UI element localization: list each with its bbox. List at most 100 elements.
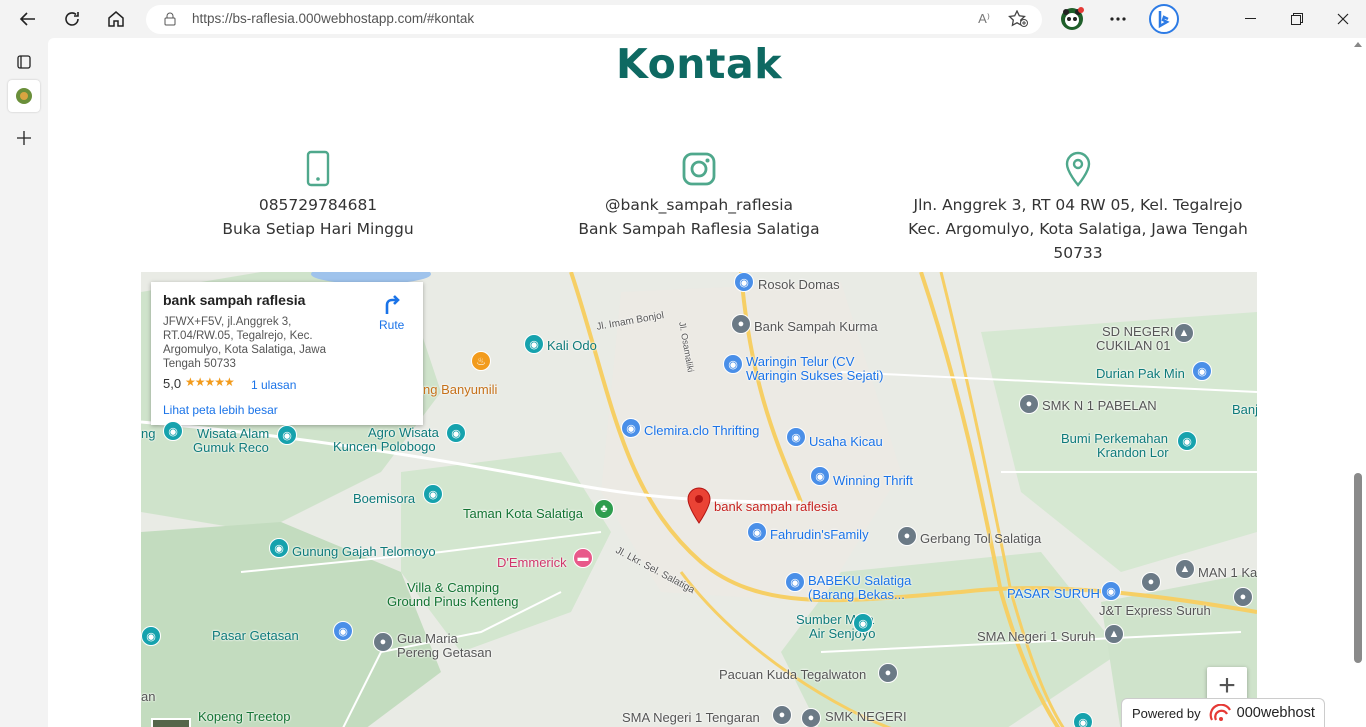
instagram-handle[interactable]: @bank_sampah_raflesia (548, 193, 850, 217)
map-pin-icon[interactable]: ◉ (269, 538, 289, 558)
favorite-star-icon[interactable] (1008, 10, 1028, 28)
poi-babeku-2[interactable]: (Barang Bekas... (808, 587, 905, 602)
map-pin-icon[interactable]: ◉ (1177, 431, 1197, 451)
poi-usaha-kicau[interactable]: Usaha Kicau (809, 434, 883, 449)
poi-rosok-domas[interactable]: Rosok Domas (758, 277, 840, 292)
reviews-link[interactable]: 1 ulasan (251, 378, 296, 392)
home-button[interactable] (102, 5, 130, 33)
close-window-button[interactable] (1328, 5, 1358, 33)
poi-demmerick[interactable]: D'Emmerick (497, 555, 567, 570)
map-pin-icon[interactable]: ● (1019, 394, 1039, 414)
google-map-embed[interactable]: bank sampah raflesia JFWX+F5V, jl.Anggre… (141, 272, 1257, 727)
map-pin-icon[interactable]: ● (1141, 572, 1161, 592)
tab-bank-sampah[interactable] (8, 80, 40, 112)
map-pin-icon[interactable]: ◉ (141, 626, 161, 646)
map-pin-icon[interactable]: ● (801, 708, 821, 727)
new-tab-button[interactable] (8, 122, 40, 154)
page-scrollbar[interactable] (1350, 38, 1366, 727)
poi-kali-odo[interactable]: Kali Odo (547, 338, 597, 353)
powered-by-badge[interactable]: Powered by 000webhost (1121, 698, 1325, 727)
map-pin-icon[interactable]: ◉ (1192, 361, 1212, 381)
map-pin-icon[interactable]: ◉ (734, 272, 754, 292)
poi-waringin-telur-2[interactable]: Waringin Sukses Sejati) (746, 368, 884, 383)
map-pin-icon[interactable]: ◉ (1073, 712, 1093, 727)
poi-fahrudin[interactable]: Fahrudin'sFamily (770, 527, 869, 542)
poi-clemira[interactable]: Clemira.clo Thrifting (644, 423, 759, 438)
poi-villa-camping[interactable]: Villa & Camping (407, 580, 499, 595)
poi-man1[interactable]: MAN 1 Ka (1198, 565, 1257, 580)
poi-jt-express[interactable]: J&T Express Suruh (1099, 603, 1211, 618)
map-pin-icon[interactable]: ● (731, 314, 751, 334)
view-larger-map-link[interactable]: Lihat peta lebih besar (163, 403, 278, 417)
poi-bank-sampah-kurma[interactable]: Bank Sampah Kurma (754, 319, 878, 334)
poi-sma-tengaran[interactable]: SMA Negeri 1 Tengaran (622, 710, 760, 725)
scrollbar-thumb[interactable] (1354, 473, 1362, 663)
poi-winning-thrift[interactable]: Winning Thrift (833, 473, 913, 488)
directions-link[interactable]: Rute (379, 318, 404, 332)
poi-gerbang-tol[interactable]: Gerbang Tol Salatiga (920, 531, 1041, 546)
back-button[interactable] (14, 5, 42, 33)
poi-ng[interactable]: ng (141, 426, 155, 441)
poi-bumi-perkemahan-2[interactable]: Krandon Lor (1097, 445, 1169, 460)
map-pin-icon[interactable]: ● (1233, 587, 1253, 607)
map-pin-icon[interactable]: ◉ (723, 354, 743, 374)
map-pin-icon[interactable]: ● (878, 663, 898, 683)
map-pin-icon[interactable]: ◉ (524, 334, 544, 354)
map-pin-icon[interactable]: ● (373, 632, 393, 652)
map-pin-icon[interactable]: ◉ (333, 621, 353, 641)
map-pin-icon[interactable]: ◉ (446, 423, 466, 443)
map-pin-icon[interactable]: ◉ (277, 425, 297, 445)
poi-wisata-alam[interactable]: Wisata Alam (197, 426, 269, 441)
url-text[interactable]: https://bs-raflesia.000webhostapp.com/#k… (192, 11, 474, 26)
map-pin-icon[interactable]: ● (772, 705, 792, 725)
restore-button[interactable] (1282, 5, 1312, 33)
poi-taman-kota[interactable]: Taman Kota Salatiga (463, 506, 583, 521)
selected-place-label[interactable]: bank sampah raflesia (714, 499, 838, 514)
bing-chat-icon[interactable] (1149, 4, 1179, 34)
map-pin-icon[interactable]: ● (897, 526, 917, 546)
poi-babeku[interactable]: BABEKU Salatiga (808, 573, 911, 588)
poi-villa-camping-2[interactable]: Ground Pinus Kenteng (387, 594, 519, 609)
map-pin-icon[interactable]: ◉ (747, 522, 767, 542)
map-pin-icon[interactable]: ◉ (621, 418, 641, 438)
poi-an[interactable]: an (141, 689, 155, 704)
poi-pasar-suruh[interactable]: PASAR SURUH (1007, 586, 1100, 601)
poi-waringin-telur[interactable]: Waringin Telur (CV (746, 354, 854, 369)
poi-smk-negeri[interactable]: SMK NEGERI (825, 709, 907, 724)
poi-sd-negeri[interactable]: SD NEGERI (1102, 324, 1174, 339)
map-pin-icon[interactable]: ♨ (471, 351, 491, 371)
read-aloud-icon[interactable]: A⁾ (978, 11, 990, 27)
poi-wisata-alam-2[interactable]: Gumuk Reco (193, 440, 269, 455)
refresh-button[interactable] (58, 5, 86, 33)
minimize-button[interactable] (1236, 5, 1266, 33)
map-pin-icon[interactable]: ◉ (785, 572, 805, 592)
map-pin-icon[interactable]: ◉ (163, 421, 183, 441)
poi-kopeng-treetop[interactable]: Kopeng Treetop (198, 709, 291, 724)
scroll-up-arrow-icon[interactable] (1354, 42, 1362, 47)
map-pin-icon[interactable]: ◉ (853, 613, 873, 633)
map-pin-icon[interactable]: ◉ (810, 466, 830, 486)
map-pin-icon[interactable]: ♣ (594, 499, 614, 519)
poi-banj[interactable]: Banj (1232, 402, 1257, 417)
more-options-icon[interactable] (1103, 5, 1133, 33)
poi-banyumili[interactable]: ng Banyumili (423, 382, 497, 397)
map-type-thumbnail[interactable] (151, 718, 191, 727)
poi-bumi-perkemahan[interactable]: Bumi Perkemahan (1061, 431, 1168, 446)
map-pin-icon[interactable]: ◉ (423, 484, 443, 504)
poi-gua-maria[interactable]: Gua Maria (397, 631, 458, 646)
poi-sd-negeri-2[interactable]: CUKILAN 01 (1096, 338, 1170, 353)
poi-boemisora[interactable]: Boemisora (353, 491, 415, 506)
poi-sma-suruh[interactable]: SMA Negeri 1 Suruh (977, 629, 1096, 644)
map-pin-icon[interactable]: ◉ (786, 427, 806, 447)
directions-icon[interactable] (381, 294, 403, 316)
map-pin-icon[interactable]: ▬ (573, 548, 593, 568)
poi-pacuan-kuda[interactable]: Pacuan Kuda Tegalwaton (719, 667, 866, 682)
map-pin-icon[interactable]: ▲ (1175, 559, 1195, 579)
poi-smk-pabelan[interactable]: SMK N 1 PABELAN (1042, 398, 1157, 413)
address-bar[interactable]: https://bs-raflesia.000webhostapp.com/#k… (146, 5, 1042, 34)
poi-gunung-gajah[interactable]: Gunung Gajah Telomoyo (292, 544, 436, 559)
map-pin-icon[interactable]: ▲ (1104, 624, 1124, 644)
poi-pasar-getasan[interactable]: Pasar Getasan (212, 628, 299, 643)
tab-actions-button[interactable] (8, 46, 40, 78)
poi-agro-wisata[interactable]: Agro Wisata (368, 425, 439, 440)
